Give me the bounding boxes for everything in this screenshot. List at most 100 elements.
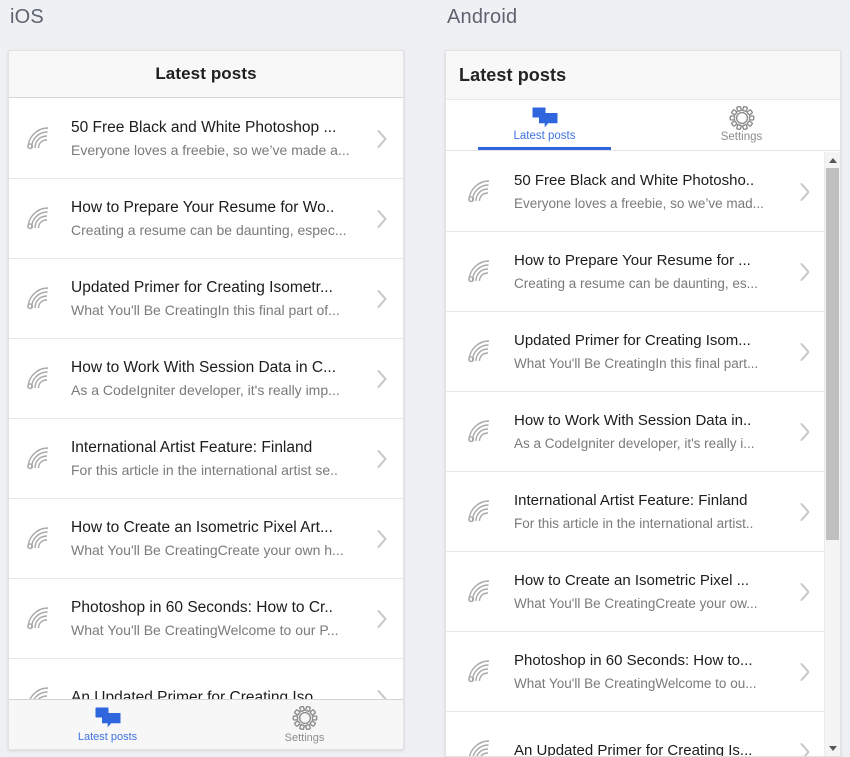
ios-device-frame: Latest posts 50 Free Black and White Pho… bbox=[8, 50, 404, 750]
chevron-right-icon bbox=[798, 421, 816, 443]
list-item-title: International Artist Feature: Finland bbox=[71, 438, 313, 456]
ios-post-list[interactable]: 50 Free Black and White Photoshop ... Eve… bbox=[9, 99, 403, 699]
tab-settings[interactable]: Settings bbox=[206, 700, 403, 749]
gear-icon bbox=[729, 106, 755, 130]
rss-icon bbox=[464, 417, 504, 447]
list-item[interactable]: How to Create an Isometric Pixel ... What… bbox=[446, 552, 824, 632]
chevron-right-icon bbox=[798, 261, 816, 283]
gear-icon bbox=[292, 706, 318, 730]
list-item-title: Photoshop in 60 Seconds: How to Cr.. bbox=[71, 598, 333, 616]
list-item[interactable]: International Artist Feature: Finland For… bbox=[446, 472, 824, 552]
scrollbar-thumb[interactable] bbox=[826, 168, 839, 540]
list-item[interactable]: 50 Free Black and White Photosho.. Everyo… bbox=[446, 152, 824, 232]
rss-icon bbox=[23, 124, 63, 154]
rss-icon bbox=[464, 337, 504, 367]
chevron-right-icon bbox=[375, 208, 393, 230]
list-item-subtitle: What You'll Be CreatingIn this final par… bbox=[514, 355, 759, 371]
list-item[interactable]: Photoshop in 60 Seconds: How to Cr.. What… bbox=[9, 579, 403, 659]
android-list-container: 50 Free Black and White Photosho.. Everyo… bbox=[446, 152, 840, 756]
list-item-title: An Updated Primer for Creating Is... bbox=[514, 742, 753, 756]
list-item[interactable]: How to Prepare Your Resume for Wo.. Creat… bbox=[9, 179, 403, 259]
android-platform-caption: Android bbox=[447, 6, 518, 28]
chevron-right-icon bbox=[375, 448, 393, 470]
tab-settings[interactable]: Settings bbox=[643, 100, 840, 150]
list-item[interactable]: Updated Primer for Creating Isom... What … bbox=[446, 312, 824, 392]
rss-icon bbox=[464, 257, 504, 287]
list-item-subtitle: What You'll Be CreatingIn this final par… bbox=[71, 301, 340, 318]
list-item-subtitle: As a CodeIgniter developer, it's really … bbox=[514, 435, 755, 451]
list-item-title: Updated Primer for Creating Isom... bbox=[514, 331, 751, 349]
list-item[interactable]: How to Work With Session Data in.. As a C… bbox=[446, 392, 824, 472]
list-item-title: An Updated Primer for Creating Iso... bbox=[71, 689, 327, 699]
ios-nav-title: Latest posts bbox=[155, 64, 257, 83]
list-item-text: An Updated Primer for Creating Iso... bbox=[63, 687, 375, 699]
list-item-subtitle: As a CodeIgniter developer, it's really … bbox=[71, 381, 340, 398]
rss-icon bbox=[23, 284, 63, 314]
list-item-subtitle: Creating a resume can be daunting, es... bbox=[514, 275, 758, 291]
list-item-title: How to Create an Isometric Pixel Art... bbox=[71, 518, 333, 536]
list-item-text: How to Create an Isometric Pixel Art... W… bbox=[63, 517, 375, 561]
scroll-up-arrow-icon[interactable] bbox=[825, 152, 840, 168]
ios-platform-caption: iOS bbox=[10, 6, 44, 28]
list-item-text: How to Work With Session Data in.. As a C… bbox=[504, 410, 798, 454]
chevron-right-icon bbox=[798, 581, 816, 603]
list-item-text: Updated Primer for Creating Isometr... Wh… bbox=[63, 277, 375, 321]
rss-icon bbox=[23, 604, 63, 634]
chevron-right-icon bbox=[798, 181, 816, 203]
scroll-down-arrow-icon[interactable] bbox=[825, 740, 840, 756]
list-item-title: 50 Free Black and White Photosho.. bbox=[514, 171, 755, 189]
android-tab-strip: Latest posts Settings bbox=[446, 100, 840, 151]
chevron-right-icon bbox=[798, 501, 816, 523]
android-device-frame: Latest posts Latest posts Settings 50 Fre… bbox=[445, 50, 841, 757]
comparison-stage: iOS Latest posts 50 Free Black and White… bbox=[0, 0, 850, 757]
rss-icon bbox=[464, 497, 504, 527]
list-item-subtitle: Everyone loves a freebie, so we’ve mad..… bbox=[514, 195, 764, 211]
tab-label: Settings bbox=[720, 131, 763, 143]
chat-bubbles-icon bbox=[532, 107, 558, 129]
list-item-title: How to Prepare Your Resume for ... bbox=[514, 251, 751, 269]
list-item[interactable]: Updated Primer for Creating Isometr... Wh… bbox=[9, 259, 403, 339]
list-item-subtitle: What You'll Be CreatingCreate your ow... bbox=[514, 595, 758, 611]
rss-icon bbox=[23, 524, 63, 554]
list-item-title: International Artist Feature: Finland bbox=[514, 491, 748, 509]
tab-latest-posts[interactable]: Latest posts bbox=[446, 100, 643, 150]
list-item[interactable]: How to Create an Isometric Pixel Art... W… bbox=[9, 499, 403, 579]
list-item-subtitle: What You'll Be CreatingWelcome to our P.… bbox=[71, 621, 339, 638]
list-item[interactable]: How to Prepare Your Resume for ... Creati… bbox=[446, 232, 824, 312]
android-post-list[interactable]: 50 Free Black and White Photosho.. Everyo… bbox=[446, 152, 824, 756]
list-item-subtitle: What You'll Be CreatingWelcome to ou... bbox=[514, 675, 757, 691]
list-item-text: How to Work With Session Data in C... As … bbox=[63, 357, 375, 401]
list-item[interactable]: How to Work With Session Data in C... As … bbox=[9, 339, 403, 419]
list-item[interactable]: International Artist Feature: Finland For… bbox=[9, 419, 403, 499]
android-scrollbar[interactable] bbox=[824, 152, 840, 756]
tab-latest-posts[interactable]: Latest posts bbox=[9, 700, 206, 749]
chevron-right-icon bbox=[375, 528, 393, 550]
list-item[interactable]: An Updated Primer for Creating Iso... bbox=[9, 659, 403, 699]
list-item[interactable]: Photoshop in 60 Seconds: How to... What Y… bbox=[446, 632, 824, 712]
list-item-title: 50 Free Black and White Photoshop ... bbox=[71, 118, 337, 136]
chevron-right-icon bbox=[798, 661, 816, 683]
list-item-subtitle: For this article in the international ar… bbox=[514, 515, 754, 531]
list-item-subtitle: For this article in the international ar… bbox=[71, 461, 338, 478]
chevron-right-icon bbox=[375, 128, 393, 150]
list-item-text: International Artist Feature: Finland For… bbox=[63, 437, 375, 481]
list-item[interactable]: An Updated Primer for Creating Is... bbox=[446, 712, 824, 756]
rss-icon bbox=[23, 204, 63, 234]
rss-icon bbox=[23, 444, 63, 474]
list-item-title: How to Work With Session Data in.. bbox=[514, 411, 752, 429]
rss-icon bbox=[464, 577, 504, 607]
ios-tab-bar: Latest posts Settings bbox=[9, 699, 403, 749]
list-item-text: 50 Free Black and White Photoshop ... Eve… bbox=[63, 117, 375, 161]
rss-icon bbox=[464, 177, 504, 207]
list-item-subtitle: What You'll Be CreatingCreate your own h… bbox=[71, 541, 344, 558]
list-item-subtitle: Everyone loves a freebie, so we’ve made … bbox=[71, 141, 350, 158]
list-item[interactable]: 50 Free Black and White Photoshop ... Eve… bbox=[9, 99, 403, 179]
ios-nav-bar: Latest posts bbox=[9, 51, 403, 98]
list-item-text: How to Prepare Your Resume for Wo.. Creat… bbox=[63, 197, 375, 241]
chevron-right-icon bbox=[375, 688, 393, 699]
android-app-bar-title: Latest posts bbox=[459, 64, 567, 85]
tab-label: Settings bbox=[284, 732, 325, 744]
android-app-bar: Latest posts bbox=[446, 51, 840, 100]
list-item-title: Photoshop in 60 Seconds: How to... bbox=[514, 651, 753, 669]
list-item-text: An Updated Primer for Creating Is... bbox=[504, 740, 798, 756]
